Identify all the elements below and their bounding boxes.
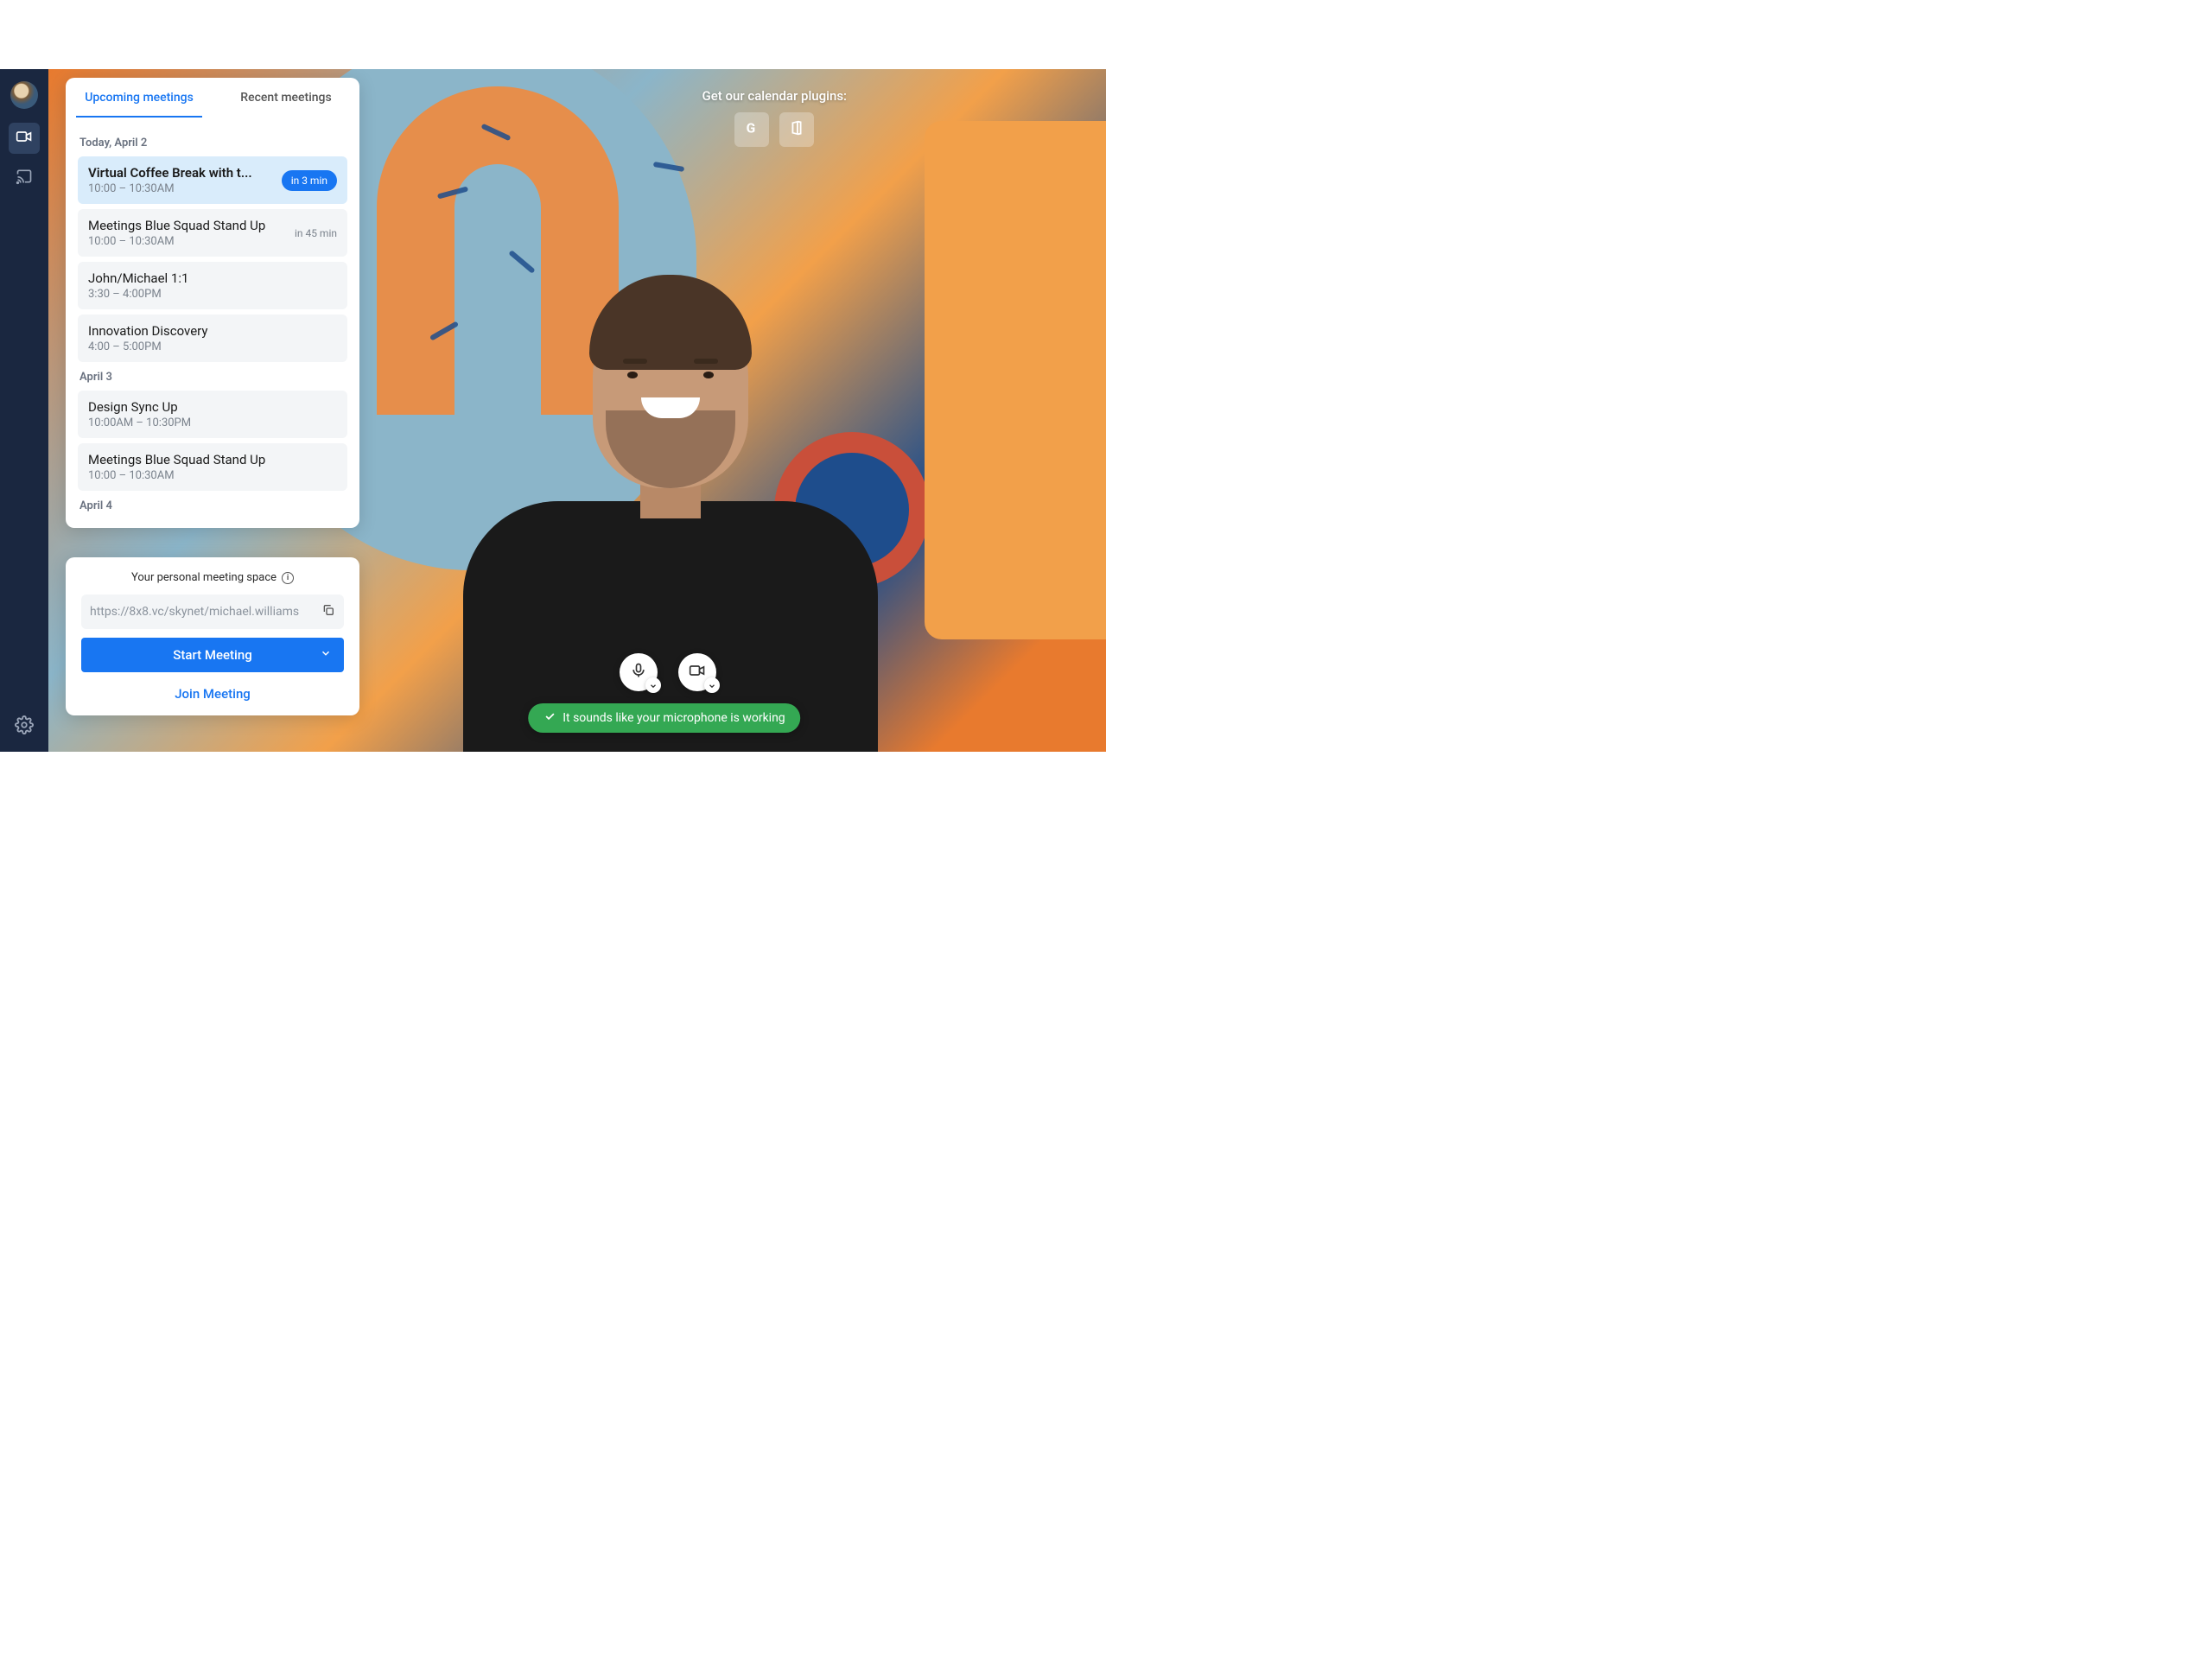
microphone-icon (630, 662, 647, 683)
google-icon: G (742, 118, 761, 141)
video-nav-button[interactable] (9, 123, 40, 154)
preview-brow (623, 359, 718, 365)
meeting-title: Meetings Blue Squad Stand Up (88, 218, 265, 233)
date-label-april3: April 3 (79, 371, 347, 384)
personal-space-card: Your personal meeting space i https://8x… (66, 557, 359, 715)
main-area: Upcoming meetings Recent meetings Today,… (48, 69, 1106, 752)
tab-recent[interactable]: Recent meetings (213, 78, 359, 118)
meeting-time: 10:00 – 10:30AM (88, 469, 265, 482)
preview-hair (589, 275, 752, 370)
meeting-title: Innovation Discovery (88, 323, 208, 339)
meetings-list: Today, April 2 Virtual Coffee Break with… (66, 118, 359, 528)
info-icon[interactable]: i (282, 572, 294, 584)
meeting-item[interactable]: Innovation Discovery 4:00 – 5:00PM (78, 315, 347, 362)
meeting-time: 10:00AM – 10:30PM (88, 416, 191, 429)
meeting-item[interactable]: Meetings Blue Squad Stand Up 10:00 – 10:… (78, 443, 347, 491)
sidebar (0, 69, 48, 752)
meeting-title: Design Sync Up (88, 399, 191, 415)
meeting-time: 3:30 – 4:00PM (88, 288, 188, 301)
countdown-text: in 45 min (295, 227, 337, 239)
video-icon (16, 128, 33, 149)
meeting-item[interactable]: Virtual Coffee Break with t... 10:00 – 1… (78, 156, 347, 204)
meeting-time: 10:00 – 10:30AM (88, 235, 265, 248)
camera-icon (689, 662, 706, 683)
toast-text: It sounds like your microphone is workin… (563, 711, 785, 725)
google-plugin-button[interactable]: G (734, 112, 769, 147)
cast-icon (16, 168, 33, 188)
settings-button[interactable] (15, 715, 34, 738)
office-plugin-button[interactable] (779, 112, 814, 147)
tabs: Upcoming meetings Recent meetings (66, 78, 359, 118)
personal-url: https://8x8.vc/skynet/michael.williams (90, 605, 321, 619)
plugin-icons: G (702, 112, 848, 147)
chevron-down-icon[interactable] (320, 647, 332, 663)
meeting-item[interactable]: Meetings Blue Squad Stand Up 10:00 – 10:… (78, 209, 347, 257)
meeting-time: 10:00 – 10:30AM (88, 182, 252, 195)
svg-text:G: G (747, 121, 756, 137)
chevron-down-icon (649, 677, 658, 694)
meeting-title: Virtual Coffee Break with t... (88, 165, 252, 181)
date-label-april4: April 4 (79, 499, 347, 512)
personal-space-title: Your personal meeting space i (81, 571, 344, 584)
top-margin (0, 0, 1106, 69)
meetings-panel: Upcoming meetings Recent meetings Today,… (66, 78, 359, 528)
start-meeting-button[interactable]: Start Meeting (81, 638, 344, 672)
mic-control (620, 653, 658, 691)
meeting-title: John/Michael 1:1 (88, 270, 188, 286)
user-avatar[interactable] (10, 81, 38, 109)
preview-eyes (627, 372, 714, 380)
mic-options-button[interactable] (645, 677, 661, 693)
plugins-promo: Get our calendar plugins: G (702, 88, 848, 147)
copy-icon[interactable] (321, 603, 335, 620)
meeting-item[interactable]: John/Michael 1:1 3:30 – 4:00PM (78, 262, 347, 309)
tab-upcoming[interactable]: Upcoming meetings (66, 78, 213, 118)
meeting-title: Meetings Blue Squad Stand Up (88, 452, 265, 467)
chevron-down-icon (708, 677, 716, 694)
check-icon (543, 710, 556, 726)
personal-url-row: https://8x8.vc/skynet/michael.williams (81, 594, 344, 629)
date-label-today: Today, April 2 (79, 137, 347, 149)
preview-controls (620, 653, 716, 691)
gear-icon (15, 721, 34, 738)
camera-control (678, 653, 716, 691)
cast-nav-button[interactable] (9, 162, 40, 194)
personal-space-title-text: Your personal meeting space (131, 571, 276, 584)
plugins-title: Get our calendar plugins: (702, 88, 848, 104)
bottom-margin (0, 752, 1106, 830)
mic-status-toast: It sounds like your microphone is workin… (528, 703, 800, 733)
mural-shape (925, 121, 1106, 639)
office-icon (787, 118, 806, 141)
countdown-badge: in 3 min (282, 170, 337, 191)
camera-options-button[interactable] (704, 677, 720, 693)
meeting-time: 4:00 – 5:00PM (88, 340, 208, 353)
meeting-item[interactable]: Design Sync Up 10:00AM – 10:30PM (78, 391, 347, 438)
app-shell: Upcoming meetings Recent meetings Today,… (0, 69, 1106, 752)
start-meeting-label: Start Meeting (173, 647, 251, 663)
join-meeting-link[interactable]: Join Meeting (81, 686, 344, 702)
